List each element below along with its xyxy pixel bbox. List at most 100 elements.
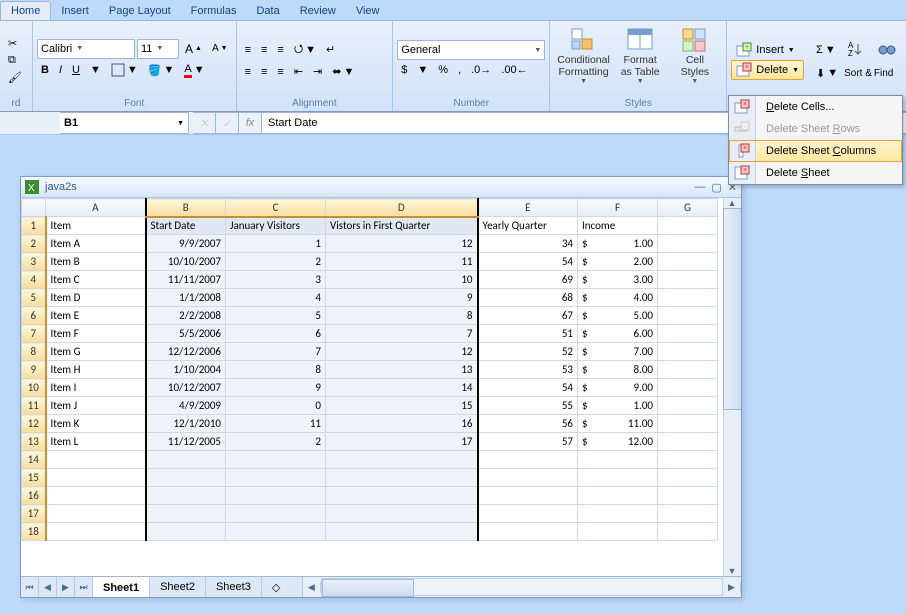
bold-button[interactable]: B: [37, 62, 53, 78]
decrease-decimal-button[interactable]: .00←: [497, 62, 531, 78]
col-header-a[interactable]: A: [46, 199, 146, 217]
sheet-tab-3[interactable]: Sheet3: [206, 577, 262, 597]
wrap-text-button[interactable]: ↵: [322, 41, 339, 58]
currency-arrow[interactable]: ▼: [413, 62, 432, 78]
align-left-button[interactable]: ≡: [241, 64, 255, 80]
decrease-indent-button[interactable]: ⇤: [290, 63, 307, 80]
sheet-nav-last[interactable]: ⏭: [75, 577, 93, 597]
insert-cells-icon: +: [736, 42, 752, 58]
spreadsheet-grid[interactable]: A B C D E F G 1 Item Start Date January …: [21, 198, 718, 541]
workbook-title: java2s: [45, 181, 77, 193]
shrink-font-button[interactable]: A▼: [208, 41, 232, 56]
sheet-nav-first[interactable]: ⏮: [21, 577, 39, 597]
col-header-g[interactable]: G: [658, 199, 718, 217]
align-center-button[interactable]: ≡: [257, 64, 271, 80]
conditional-formatting-button[interactable]: Conditional Formatting▼: [554, 24, 613, 96]
table-row[interactable]: 2Item A9/9/200711234$1.00: [22, 235, 718, 253]
delete-cells-icon: ×: [736, 62, 752, 78]
table-row[interactable]: 1 Item Start Date January Visitors Visto…: [22, 217, 718, 235]
table-row[interactable]: 3Item B10/10/200721154$2.00: [22, 253, 718, 271]
table-row[interactable]: 6Item E2/2/20085867$5.00: [22, 307, 718, 325]
fx-button[interactable]: fx: [239, 112, 262, 134]
italic-button[interactable]: I: [55, 62, 66, 78]
table-row[interactable]: 12Item K12/1/2010111656$11.00: [22, 415, 718, 433]
increase-decimal-button[interactable]: .0→: [467, 62, 495, 78]
align-middle-button[interactable]: ≡: [257, 42, 271, 58]
orientation-button[interactable]: ⭯▼: [290, 38, 320, 61]
sheet-nav-prev[interactable]: ◀: [39, 577, 57, 597]
table-row[interactable]: 4Item C11/11/200731069$3.00: [22, 271, 718, 289]
table-row[interactable]: 8Item G12/12/200671252$7.00: [22, 343, 718, 361]
new-sheet-button[interactable]: ◇: [262, 577, 303, 597]
format-as-table-button[interactable]: Format as Table▼: [613, 24, 668, 96]
table-row[interactable]: 10Item I10/12/200791454$9.00: [22, 379, 718, 397]
number-format-combo[interactable]: General▼: [397, 40, 545, 60]
maximize-button[interactable]: ▢: [711, 181, 721, 194]
table-row[interactable]: 15: [22, 469, 718, 487]
fill-color-button[interactable]: 🪣▼: [144, 62, 179, 79]
find-select-button[interactable]: [873, 37, 902, 63]
tab-insert[interactable]: Insert: [51, 2, 99, 20]
underline-arrow[interactable]: ▼: [86, 62, 105, 78]
merge-center-button[interactable]: ⬌▼: [328, 63, 358, 80]
table-row[interactable]: 14: [22, 451, 718, 469]
percent-button[interactable]: %: [434, 62, 452, 78]
underline-button[interactable]: U: [68, 62, 84, 78]
cancel-formula-button[interactable]: ✕: [193, 112, 216, 134]
name-box[interactable]: B1▼: [60, 112, 189, 134]
table-row[interactable]: 9Item H1/10/200481353$8.00: [22, 361, 718, 379]
sort-filter-button[interactable]: AZ: [842, 37, 871, 63]
font-name-combo[interactable]: Calibri▼: [37, 39, 135, 59]
font-color-button[interactable]: A▼: [180, 61, 208, 80]
delete-cells-menuitem[interactable]: × Delete Cells...: [729, 96, 902, 118]
align-right-button[interactable]: ≡: [273, 64, 287, 80]
align-bottom-button[interactable]: ≡: [273, 42, 287, 58]
delete-sheet-columns-menuitem[interactable]: × Delete Sheet Columns: [729, 140, 902, 162]
format-painter-button[interactable]: 🖌: [4, 69, 28, 86]
col-header-b[interactable]: B: [146, 199, 226, 217]
col-header-f[interactable]: F: [578, 199, 658, 217]
cell-styles-button[interactable]: Cell Styles▼: [668, 24, 723, 96]
fill-button[interactable]: ⬇▼: [812, 65, 842, 82]
workbook-titlebar[interactable]: X java2s — ▢ ✕: [21, 177, 741, 198]
increase-indent-button[interactable]: ⇥: [309, 63, 326, 80]
enter-formula-button[interactable]: ✓: [216, 112, 239, 134]
svg-text:Z: Z: [848, 49, 853, 58]
tab-home[interactable]: Home: [0, 1, 51, 21]
tab-review[interactable]: Review: [290, 2, 346, 20]
tab-page-layout[interactable]: Page Layout: [99, 2, 181, 20]
sheet-tab-2[interactable]: Sheet2: [150, 577, 206, 597]
comma-button[interactable]: ,: [454, 62, 465, 78]
font-size-combo[interactable]: 11▼: [137, 39, 179, 59]
table-row[interactable]: 18: [22, 523, 718, 541]
delete-sheet-menuitem[interactable]: × Delete Sheet: [729, 162, 902, 184]
horizontal-scrollbar[interactable]: ◀ ▶: [303, 577, 741, 597]
col-header-d[interactable]: D: [326, 199, 478, 217]
table-row[interactable]: 11Item J4/9/200901555$1.00: [22, 397, 718, 415]
cell-styles-icon: [681, 27, 709, 55]
minimize-button[interactable]: —: [694, 181, 705, 194]
sheet-tab-1[interactable]: Sheet1: [93, 577, 150, 597]
cut-button[interactable]: ✂: [4, 35, 28, 52]
tab-view[interactable]: View: [346, 2, 390, 20]
delete-button[interactable]: × Delete▼: [731, 60, 804, 80]
copy-button[interactable]: ⧉: [4, 52, 28, 69]
select-all-corner[interactable]: [22, 199, 46, 217]
tab-formulas[interactable]: Formulas: [181, 2, 247, 20]
currency-button[interactable]: $: [397, 62, 411, 78]
table-row[interactable]: 5Item D1/1/20084968$4.00: [22, 289, 718, 307]
autosum-button[interactable]: Σ▼: [812, 42, 840, 58]
col-header-e[interactable]: E: [478, 199, 578, 217]
vertical-scrollbar[interactable]: ▲ ▼: [723, 198, 741, 576]
col-header-c[interactable]: C: [226, 199, 326, 217]
table-row[interactable]: 7Item F5/5/20066751$6.00: [22, 325, 718, 343]
border-button[interactable]: ▼: [107, 61, 142, 79]
table-row[interactable]: 13Item L11/12/200521757$12.00: [22, 433, 718, 451]
tab-data[interactable]: Data: [246, 2, 289, 20]
table-row[interactable]: 17: [22, 505, 718, 523]
grow-font-button[interactable]: A▲: [181, 40, 206, 58]
align-top-button[interactable]: ≡: [241, 42, 255, 58]
insert-button[interactable]: + Insert▼: [731, 40, 804, 60]
table-row[interactable]: 16: [22, 487, 718, 505]
sheet-nav-next[interactable]: ▶: [57, 577, 75, 597]
